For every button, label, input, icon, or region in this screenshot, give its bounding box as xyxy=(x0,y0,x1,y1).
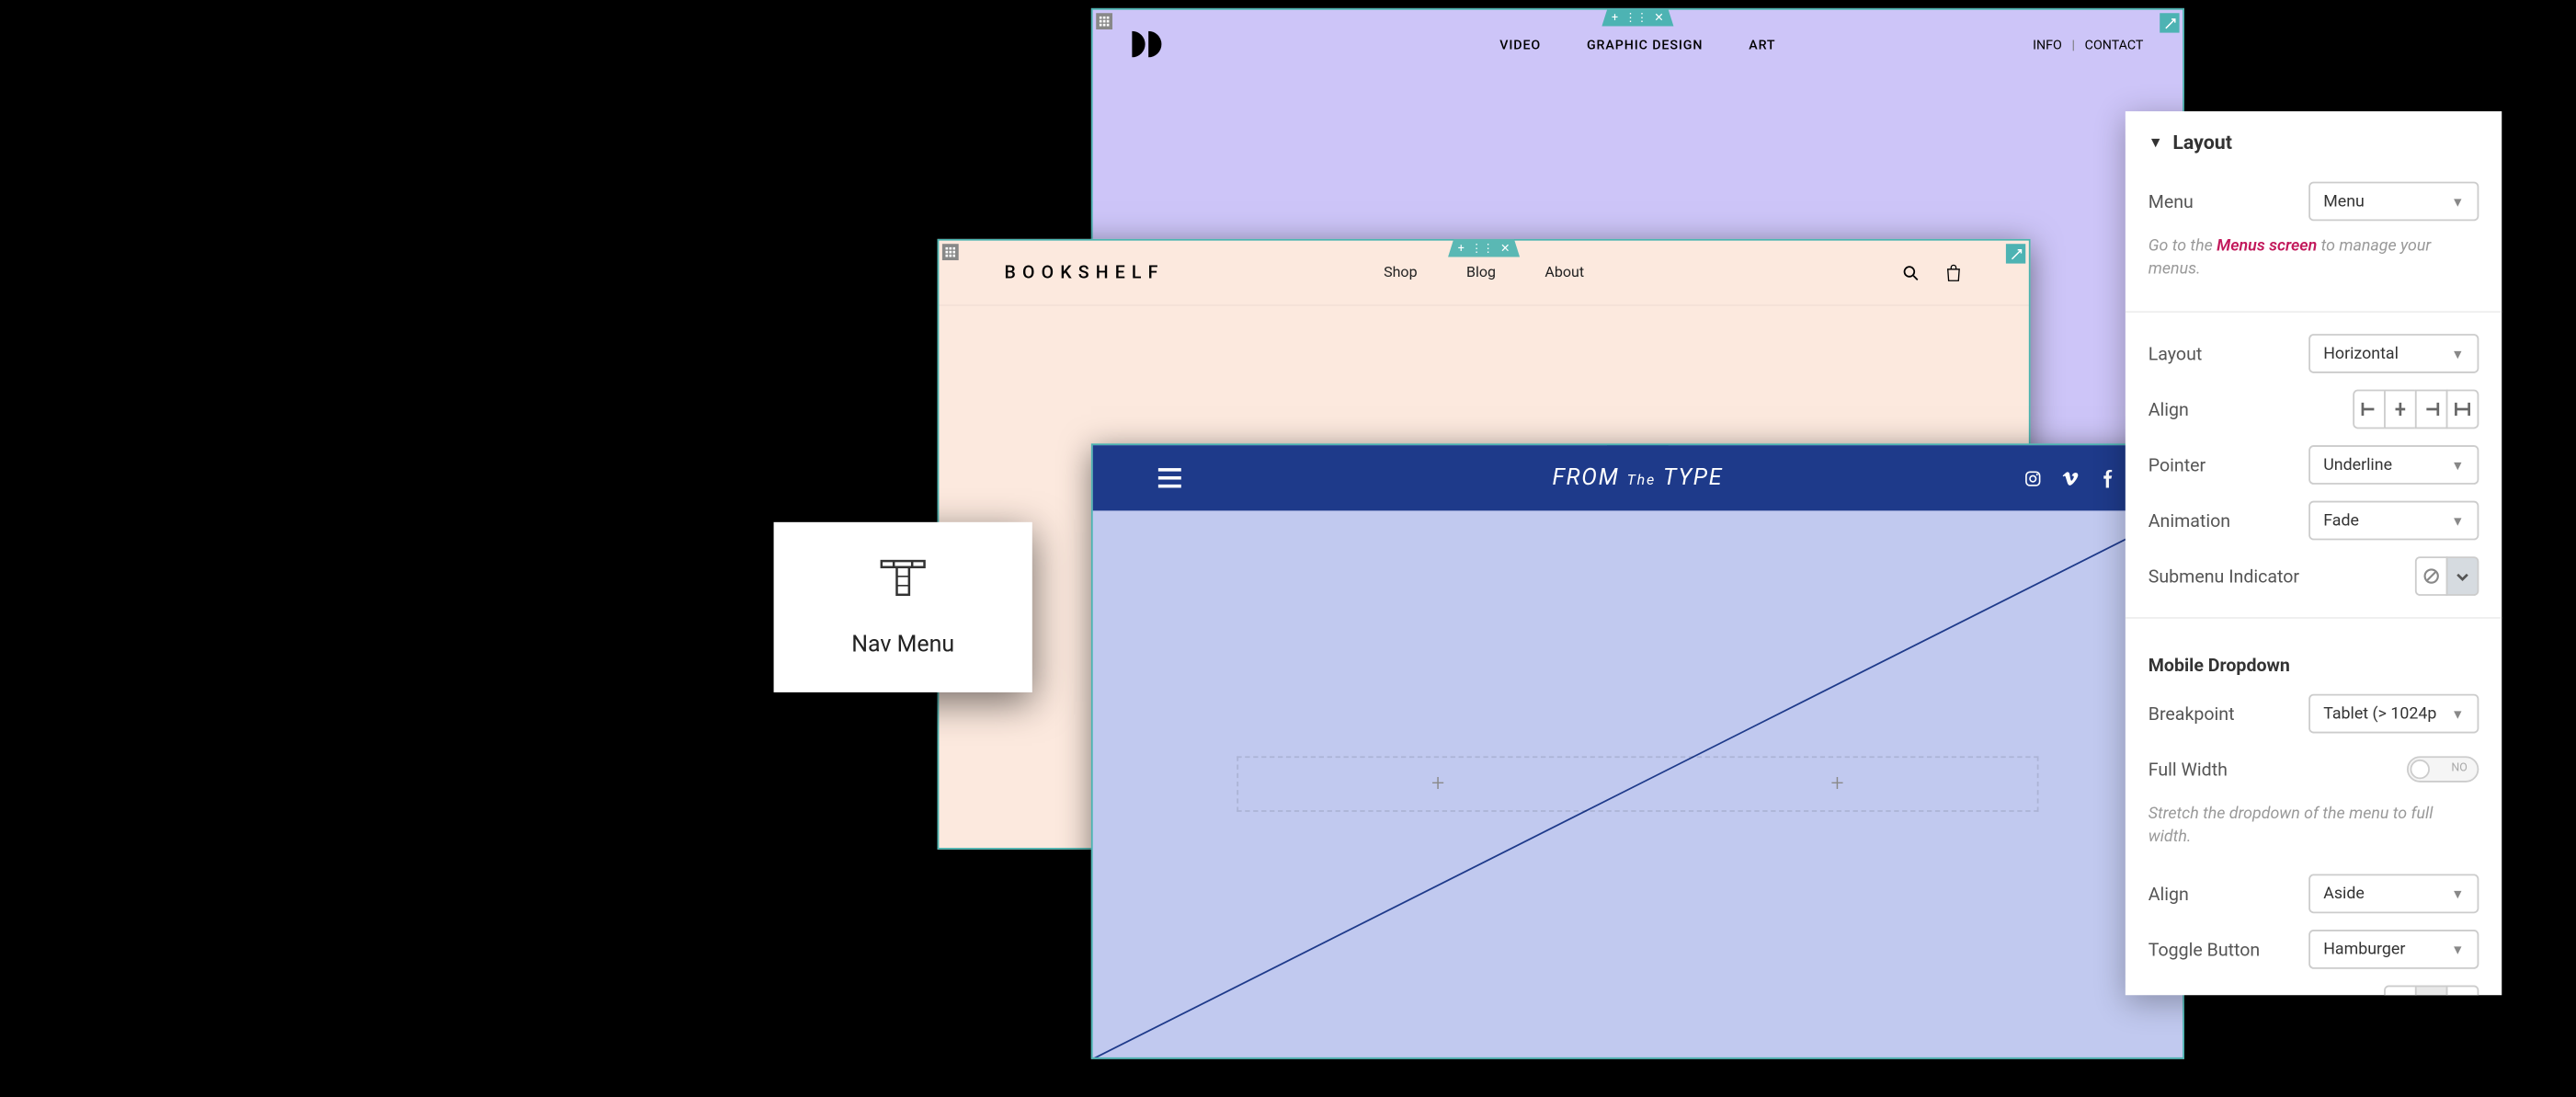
nav-item[interactable]: VIDEO xyxy=(1499,37,1541,51)
fullwidth-label: Full Width xyxy=(2149,759,2228,780)
pointer-label: Pointer xyxy=(2149,454,2206,475)
fullwidth-toggle[interactable]: NO xyxy=(2407,756,2479,782)
add-column-button[interactable]: + xyxy=(1637,758,2036,810)
animation-label: Animation xyxy=(2149,509,2230,531)
nav-item[interactable]: GRAPHIC DESIGN xyxy=(1587,37,1703,51)
mobile-dropdown-header: Mobile Dropdown xyxy=(2149,632,2479,686)
nav-menu-widget-icon xyxy=(878,556,927,602)
toggle-align-left-button[interactable] xyxy=(2384,986,2417,996)
align-stretch-button[interactable] xyxy=(2446,390,2479,429)
instagram-icon[interactable] xyxy=(2023,469,2042,487)
nav-info-link[interactable]: INFO xyxy=(2033,37,2062,51)
menus-screen-link[interactable]: Menus screen xyxy=(2217,237,2317,256)
nav-menu-peach: Shop Blog About xyxy=(1384,264,1584,280)
menu-hint: Go to the Menus screen to manage your me… xyxy=(2149,229,2479,298)
pointer-select[interactable]: Underline▼ xyxy=(2308,445,2479,485)
breakpoint-select[interactable]: Tablet (> 1024p▼ xyxy=(2308,694,2479,734)
toggle-align-label: Toggle Align xyxy=(2149,994,2248,995)
layout-panel: ▼ Layout Menu Menu▼ Go to the Menus scre… xyxy=(2126,111,2502,995)
align-button-group xyxy=(2353,390,2479,429)
submenu-none-button[interactable] xyxy=(2415,556,2448,596)
nav-menu-widget-card[interactable]: Nav Menu xyxy=(774,522,1032,692)
add-column-button[interactable]: + xyxy=(1238,758,1637,810)
align-center-button[interactable] xyxy=(2384,390,2417,429)
facebook-icon[interactable] xyxy=(2099,469,2117,487)
nav-menu-widget-label: Nav Menu xyxy=(851,632,954,657)
layout-select[interactable]: Horizontal▼ xyxy=(2308,334,2479,373)
divider: | xyxy=(2072,37,2075,51)
logo-dd xyxy=(1132,31,1161,57)
search-icon[interactable] xyxy=(1901,263,1921,282)
vimeo-icon[interactable] xyxy=(2061,469,2080,487)
hamburger-icon[interactable] xyxy=(1158,468,1181,487)
animation-select[interactable]: Fade▼ xyxy=(2308,501,2479,541)
submenu-indicator-group xyxy=(2415,556,2479,596)
nav-menu-purple: VIDEO GRAPHIC DESIGN ART xyxy=(1499,37,1775,51)
logo-bookshelf: BOOKSHELF xyxy=(1005,262,1165,283)
add-widget-zone[interactable]: + + xyxy=(1237,756,2038,812)
fullwidth-hint: Stretch the dropdown of the menu to full… xyxy=(2149,797,2479,866)
nav-contact-link[interactable]: CONTACT xyxy=(2085,37,2144,51)
panel-header-layout[interactable]: ▼ Layout xyxy=(2126,111,2502,174)
toggle-align-group xyxy=(2384,986,2479,996)
breakpoint-label: Breakpoint xyxy=(2149,703,2235,725)
submenu-caret-button[interactable] xyxy=(2446,556,2479,596)
nav-item[interactable]: Shop xyxy=(1384,264,1417,280)
submenu-indicator-label: Submenu Indicator xyxy=(2149,566,2299,587)
canvas-bluelight: +⋮⋮✕ FROM The TYPE + + xyxy=(1091,443,2184,1058)
toggle-button-select[interactable]: Hamburger▼ xyxy=(2308,930,2479,969)
toggle-align-right-button[interactable] xyxy=(2446,986,2479,996)
nav-item[interactable]: About xyxy=(1544,264,1584,280)
align-right-button[interactable] xyxy=(2415,390,2448,429)
menu-label: Menu xyxy=(2149,190,2194,211)
menu-select[interactable]: Menu▼ xyxy=(2308,182,2479,222)
nav-item[interactable]: Blog xyxy=(1466,264,1496,280)
layout-label: Layout xyxy=(2149,343,2203,364)
mobile-align-label: Align xyxy=(2149,883,2189,904)
nav-item[interactable]: ART xyxy=(1749,37,1775,51)
logo-fromthetype: FROM The TYPE xyxy=(1552,464,1723,492)
toggle-align-center-button[interactable] xyxy=(2415,986,2448,996)
align-label: Align xyxy=(2149,398,2189,419)
caret-down-icon: ▼ xyxy=(2149,133,2163,152)
mobile-align-select[interactable]: Aside▼ xyxy=(2308,874,2479,914)
align-left-button[interactable] xyxy=(2353,390,2386,429)
shopping-bag-icon[interactable] xyxy=(1943,263,1963,282)
toggle-button-label: Toggle Button xyxy=(2149,939,2261,960)
